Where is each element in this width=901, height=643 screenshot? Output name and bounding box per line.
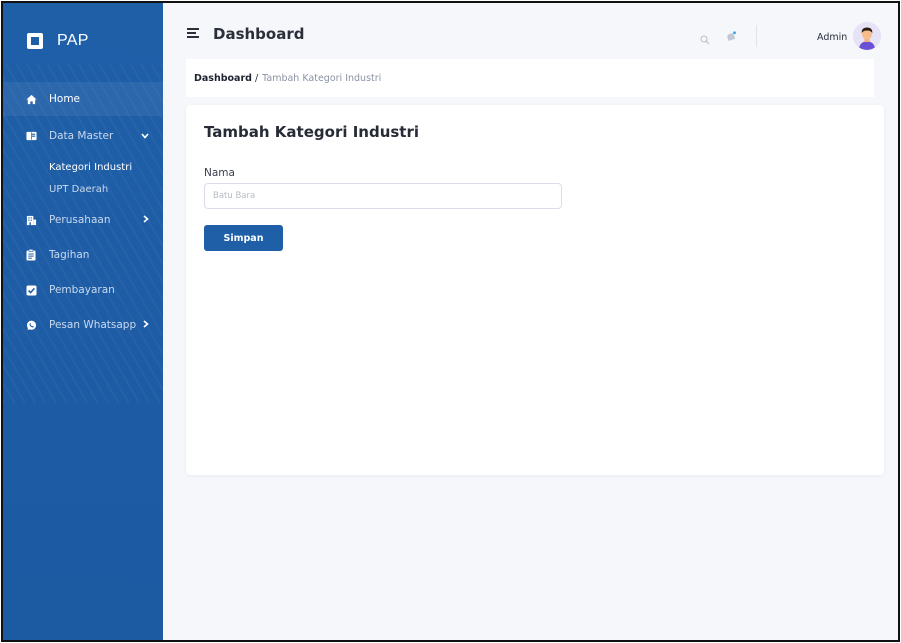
sidebar-item-label: Pesan Whatsapp bbox=[49, 319, 137, 331]
breadcrumb-separator: / bbox=[254, 72, 259, 84]
sidebar-item-pesan-whatsapp[interactable]: Pesan Whatsapp bbox=[3, 308, 163, 342]
notification-bell-icon[interactable] bbox=[725, 28, 737, 42]
building-icon bbox=[25, 214, 37, 226]
sidebar-item-label: Data Master bbox=[49, 130, 114, 142]
sidebar-item-tagihan[interactable]: Tagihan bbox=[3, 238, 163, 272]
breadcrumb-current: Tambah Kategori Industri bbox=[262, 72, 382, 84]
sidebar-item-label: Home bbox=[49, 93, 81, 105]
app-window: PAP Home Data Master Kategori Industri U… bbox=[1, 1, 900, 642]
book-icon bbox=[25, 130, 37, 142]
breadcrumb: Dashboard / Tambah Kategori Industri bbox=[186, 59, 874, 97]
home-icon bbox=[25, 93, 37, 105]
check-square-icon bbox=[25, 284, 37, 296]
chevron-right-icon bbox=[143, 319, 149, 331]
simpan-button[interactable]: Simpan bbox=[204, 225, 283, 251]
brand[interactable]: PAP bbox=[27, 29, 89, 53]
sidebar-item-perusahaan[interactable]: Perusahaan bbox=[3, 203, 163, 237]
form-card: Tambah Kategori Industri Nama Simpan bbox=[186, 105, 884, 475]
sidebar-item-label: Tagihan bbox=[49, 249, 90, 261]
sidebar-subitem-upt-daerah[interactable]: UPT Daerah bbox=[49, 184, 108, 195]
search-icon[interactable] bbox=[700, 30, 710, 45]
sidebar-subitem-kategori-industri[interactable]: Kategori Industri bbox=[49, 162, 132, 173]
user-name[interactable]: Admin bbox=[817, 32, 847, 43]
form-title: Tambah Kategori Industri bbox=[204, 123, 420, 141]
sidebar-item-pembayaran[interactable]: Pembayaran bbox=[3, 273, 163, 307]
sidebar-item-data-master[interactable]: Data Master bbox=[3, 119, 163, 153]
page-title: Dashboard bbox=[213, 25, 305, 43]
breadcrumb-home-link[interactable]: Dashboard bbox=[194, 73, 252, 84]
nama-input[interactable] bbox=[204, 183, 562, 209]
menu-toggle-icon[interactable] bbox=[187, 28, 199, 38]
brand-logo-icon bbox=[27, 33, 43, 49]
avatar[interactable] bbox=[853, 22, 881, 50]
sidebar: PAP Home Data Master Kategori Industri U… bbox=[3, 3, 163, 640]
brand-name: PAP bbox=[57, 32, 89, 49]
chevron-down-icon bbox=[141, 131, 149, 142]
clipboard-icon bbox=[25, 249, 37, 261]
topbar: Dashboard Admin bbox=[163, 3, 898, 55]
sidebar-item-label: Perusahaan bbox=[49, 214, 111, 226]
whatsapp-icon bbox=[25, 319, 37, 331]
sidebar-item-label: Pembayaran bbox=[49, 284, 115, 296]
chevron-right-icon bbox=[143, 214, 149, 226]
sidebar-item-home[interactable]: Home bbox=[3, 82, 163, 116]
nama-label: Nama bbox=[204, 167, 235, 179]
topbar-divider bbox=[756, 25, 757, 47]
